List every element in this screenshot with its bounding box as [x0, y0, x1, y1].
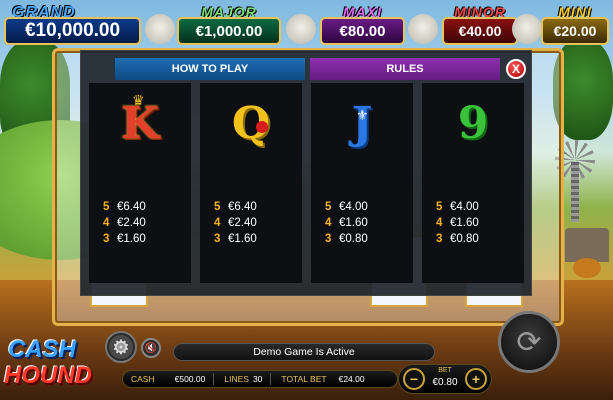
- pay-value: €2.40: [228, 217, 257, 229]
- bet-selector: − BET €0.80 +: [398, 364, 492, 394]
- logo-text-hound: HOUND: [4, 362, 92, 389]
- pay-count: 3: [214, 233, 221, 245]
- pay-rows: 5 €4.00 4 €1.60 3 €0.80: [325, 199, 409, 247]
- gear-icon: ⚙: [112, 336, 130, 359]
- spin-arrows-icon: ⟳: [516, 325, 542, 359]
- pay-row: 4 €2.40: [214, 215, 298, 231]
- jackpot-mini: MINI €20.00: [541, 4, 609, 46]
- pay-count: 4: [325, 217, 332, 229]
- paytable-card-q: Q 5 €6.40 4 €2.40 3 €1.60: [200, 83, 302, 283]
- pay-value: €1.60: [339, 217, 368, 229]
- game-logo: CASH HOUND: [2, 334, 102, 394]
- pay-count: 5: [325, 201, 332, 213]
- pay-count: 4: [214, 217, 221, 229]
- pay-count: 4: [103, 217, 110, 229]
- symbol-9: 9: [457, 98, 489, 149]
- cash-label: CASH: [131, 374, 155, 384]
- fleur-de-lis-icon: ⚜: [356, 107, 369, 123]
- pay-value: €0.80: [450, 233, 479, 245]
- jackpot-minor: MINOR €40.00: [442, 4, 518, 46]
- king-card-icon: ♛ K: [89, 92, 191, 153]
- total-bet-value: €24.00: [338, 374, 365, 384]
- dog-icon: [286, 14, 316, 44]
- pay-row: 5 €6.40: [103, 199, 187, 215]
- pay-count: 3: [325, 233, 332, 245]
- divider: [213, 373, 215, 385]
- symbol-k: K: [120, 98, 160, 149]
- pay-rows: 5 €6.40 4 €2.40 3 €1.60: [103, 199, 187, 247]
- pay-count: 5: [436, 201, 443, 213]
- logo-text-cash: CASH: [8, 336, 77, 363]
- pay-count: 4: [436, 217, 443, 229]
- lines-value: 30: [252, 374, 263, 384]
- jack-card-icon: ⚜ J: [311, 95, 413, 153]
- jackpot-mini-value: €20.00: [541, 17, 609, 45]
- pay-value: €0.80: [339, 233, 368, 245]
- pay-row: 4 €1.60: [436, 215, 520, 231]
- bet-increase-button[interactable]: +: [465, 368, 487, 390]
- nine-card-icon: 9: [422, 95, 524, 153]
- pay-value: €1.60: [117, 233, 146, 245]
- jackpot-major-value: €1,000.00: [177, 17, 281, 45]
- pay-value: €6.40: [117, 201, 146, 213]
- close-button[interactable]: X: [506, 59, 526, 79]
- pay-count: 5: [214, 201, 221, 213]
- stats-bar: CASH €500.00 LINES 30 TOTAL BET €24.00: [122, 370, 398, 388]
- speaker-muted-icon: 🔇: [144, 342, 158, 354]
- pay-value: €4.00: [339, 201, 368, 213]
- dog-icon: [408, 14, 438, 44]
- pay-count: 3: [103, 233, 110, 245]
- paytable-card-9: 9 5 €4.00 4 €1.60 3 €0.80: [422, 83, 524, 283]
- sound-toggle-button[interactable]: 🔇: [141, 338, 161, 358]
- dog-icon: [145, 14, 175, 44]
- demo-message-bar: Demo Game Is Active: [173, 343, 435, 361]
- pay-value: €2.40: [117, 217, 146, 229]
- jackpot-minor-value: €40.00: [442, 17, 518, 45]
- lines-label: LINES: [224, 374, 249, 384]
- queen-card-icon: Q: [200, 95, 302, 153]
- jackpot-maxi-value: €80.00: [320, 17, 405, 45]
- pay-rows: 5 €6.40 4 €2.40 3 €1.60: [214, 199, 298, 247]
- pay-value: €4.00: [450, 201, 479, 213]
- barn: [565, 228, 609, 262]
- pay-row: 5 €6.40: [214, 199, 298, 215]
- total-bet-label: TOTAL BET: [281, 374, 327, 384]
- jackpot-major: MAJOR €1,000.00: [177, 4, 281, 46]
- pay-row: 4 €1.60: [325, 215, 409, 231]
- pay-row: 3 €0.80: [436, 231, 520, 247]
- tab-rules[interactable]: RULES: [310, 58, 500, 80]
- hay-bale: [573, 258, 601, 278]
- rules-panel: HOW TO PLAY RULES X ♛ K 5 €6.40 4 €2.40 3 €…: [80, 50, 532, 296]
- pay-value: €6.40: [228, 201, 257, 213]
- pay-value: €1.60: [450, 217, 479, 229]
- spin-button[interactable]: ⟳: [498, 311, 560, 373]
- pay-row: 3 €1.60: [214, 231, 298, 247]
- paytable-card-k: ♛ K 5 €6.40 4 €2.40 3 €1.60: [89, 83, 191, 283]
- pay-row: 3 €1.60: [103, 231, 187, 247]
- jackpot-grand: GRAND €10,000.00: [4, 4, 141, 46]
- cash-value: €500.00: [174, 374, 206, 384]
- pay-row: 5 €4.00: [436, 199, 520, 215]
- pay-row: 5 €4.00: [325, 199, 409, 215]
- paytable-card-j: ⚜ J 5 €4.00 4 €1.60 3 €0.80: [311, 83, 413, 283]
- jackpot-grand-value: €10,000.00: [4, 17, 141, 45]
- divider: [270, 373, 272, 385]
- pay-count: 3: [436, 233, 443, 245]
- dog-icon: [512, 14, 542, 44]
- rose-icon: [256, 121, 268, 133]
- tab-how-to-play[interactable]: HOW TO PLAY: [115, 58, 305, 80]
- pay-count: 5: [103, 201, 110, 213]
- pay-value: €1.60: [228, 233, 257, 245]
- settings-gear-button[interactable]: ⚙: [105, 331, 137, 363]
- pay-row: 4 €2.40: [103, 215, 187, 231]
- jackpot-maxi: MAXI €80.00: [320, 4, 405, 46]
- pay-rows: 5 €4.00 4 €1.60 3 €0.80: [436, 199, 520, 247]
- pay-row: 3 €0.80: [325, 231, 409, 247]
- crown-icon: ♛: [132, 92, 145, 108]
